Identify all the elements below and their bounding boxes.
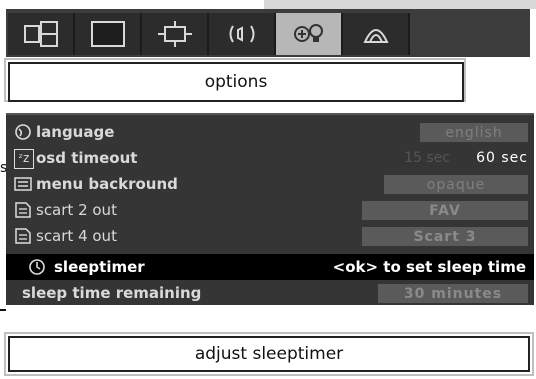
row-label: sleep time remaining (22, 284, 202, 302)
tab-zoom[interactable] (142, 13, 209, 55)
menu-row-osd-timeout[interactable]: ᶻz osd timeout 15 sec 60 sec (6, 145, 534, 171)
side-dash (0, 309, 6, 311)
audio-icon (229, 25, 254, 43)
options-bulb-icon (293, 24, 323, 42)
help-text: adjust sleeptimer (8, 336, 530, 372)
globe-icon (15, 124, 31, 140)
row-value: opaque (384, 175, 528, 194)
channel-stack-icon (362, 29, 389, 43)
row-value: Scart 3 (362, 227, 528, 246)
row-value: english (420, 123, 528, 142)
top-edge (0, 0, 264, 9)
menu-row-sleeptimer[interactable]: sleeptimer <ok> to set sleep time (6, 254, 534, 280)
row-label: menu backround (36, 175, 178, 193)
zoom-frame-icon (157, 21, 192, 47)
row-label: language (36, 123, 115, 141)
row-label: scart 4 out (36, 227, 117, 245)
menu-row-language[interactable]: language english (6, 119, 534, 145)
row-value: 30 minutes (378, 284, 528, 303)
row-label: osd timeout (36, 149, 138, 167)
tab-options[interactable] (276, 13, 343, 55)
row-value: FAV (362, 201, 528, 220)
menu-row-sleep-time-remaining: sleep time remaining 30 minutes (6, 280, 534, 306)
tab-audio[interactable] (209, 13, 276, 55)
menu-row-menu-background[interactable]: menu backround opaque (6, 171, 534, 197)
tab-picture-layout[interactable] (8, 13, 75, 55)
tab-channels[interactable] (343, 13, 410, 55)
scart-icon (15, 228, 31, 244)
page-title: options (8, 62, 464, 102)
options-menu: language english ᶻz osd timeout 15 sec 6… (6, 113, 534, 305)
clock-icon (29, 259, 45, 275)
screen-icon (90, 21, 125, 47)
ok-hint: <ok> to set sleep time (332, 258, 526, 276)
row-label: scart 2 out (36, 201, 117, 219)
row-value: 60 sec (476, 150, 528, 166)
menu-bg-icon (14, 177, 32, 191)
tab-screen[interactable] (75, 13, 142, 55)
top-strip (264, 0, 536, 9)
menu-row-scart-2-out[interactable]: scart 2 out FAV (6, 197, 534, 223)
menu-row-scart-4-out[interactable]: scart 4 out Scart 3 (6, 223, 534, 249)
row-label: sleeptimer (54, 258, 145, 276)
picture-layout-icon (23, 21, 58, 47)
menu-tab-bar (6, 9, 530, 57)
row-value-prev: 15 sec (404, 150, 450, 166)
osd-icon: ᶻz (14, 149, 34, 169)
scart-icon (15, 202, 31, 218)
